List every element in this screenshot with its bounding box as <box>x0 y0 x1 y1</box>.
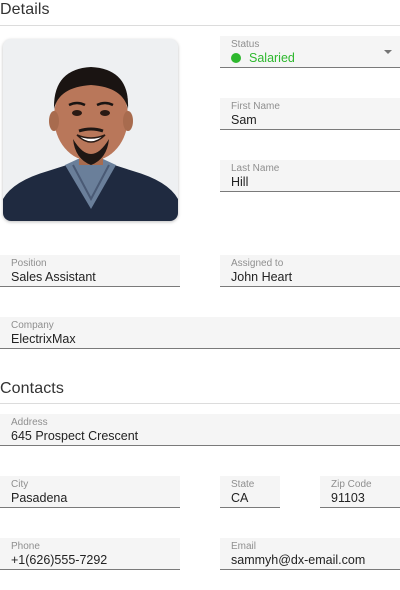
last-name-field[interactable]: Last Name Hill <box>220 160 400 192</box>
state-value: CA <box>231 491 249 505</box>
position-label: Position <box>11 258 47 269</box>
position-value: Sales Assistant <box>11 270 96 284</box>
last-name-label: Last Name <box>231 163 280 174</box>
status-dot-icon <box>231 53 241 63</box>
details-divider <box>0 25 400 26</box>
email-label: Email <box>231 541 257 552</box>
contacts-divider <box>0 403 400 404</box>
zip-code-label: Zip Code <box>331 479 372 490</box>
status-select[interactable]: Status Salaried <box>220 36 400 68</box>
address-field[interactable]: Address 645 Prospect Crescent <box>0 414 400 446</box>
last-name-value: Hill <box>231 175 249 189</box>
chevron-down-icon[interactable] <box>384 50 392 54</box>
first-name-label: First Name <box>231 101 280 112</box>
employee-photo <box>3 39 178 221</box>
company-label: Company <box>11 320 54 331</box>
phone-value: +1(626)555-7292 <box>11 553 108 567</box>
first-name-field[interactable]: First Name Sam <box>220 98 400 130</box>
zip-code-value: 91103 <box>331 491 365 505</box>
city-field[interactable]: City Pasadena <box>0 476 180 508</box>
status-label: Status <box>231 39 260 50</box>
assigned-to-field[interactable]: Assigned to John Heart <box>220 255 400 287</box>
contacts-section-title: Contacts <box>0 380 64 397</box>
position-field[interactable]: Position Sales Assistant <box>0 255 180 287</box>
state-label: State <box>231 479 255 490</box>
assigned-to-value: John Heart <box>231 270 293 284</box>
city-value: Pasadena <box>11 491 68 505</box>
email-value: sammyh@dx-email.com <box>231 553 366 567</box>
details-section-title: Details <box>0 1 50 18</box>
phone-label: Phone <box>11 541 40 552</box>
zip-code-field[interactable]: Zip Code 91103 <box>320 476 400 508</box>
state-field[interactable]: State CA <box>220 476 280 508</box>
first-name-value: Sam <box>231 113 257 127</box>
company-field[interactable]: Company ElectrixMax <box>0 317 400 349</box>
assigned-to-label: Assigned to <box>231 258 284 269</box>
company-value: ElectrixMax <box>11 332 76 346</box>
email-field[interactable]: Email sammyh@dx-email.com <box>220 538 400 570</box>
employee-photo-image <box>3 39 178 221</box>
status-value: Salaried <box>249 51 295 65</box>
phone-field[interactable]: Phone +1(626)555-7292 <box>0 538 180 570</box>
address-value: 645 Prospect Crescent <box>11 429 139 443</box>
city-label: City <box>11 479 29 490</box>
address-label: Address <box>11 417 48 428</box>
